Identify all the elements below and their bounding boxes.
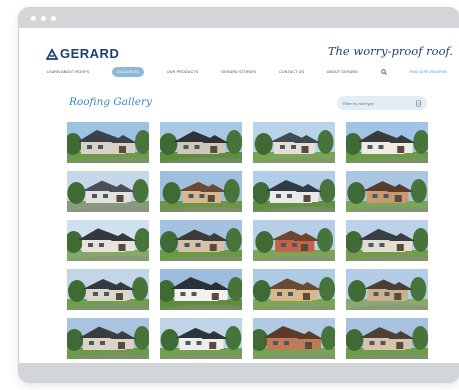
gallery-title: Roofing Gallery [69, 96, 152, 108]
nav-item-gerard-stories[interactable]: GERARD STORIES [221, 70, 256, 74]
window-dot-icon[interactable] [31, 15, 36, 21]
house-photo-image [253, 122, 335, 163]
nav-item-learn-about-roofs[interactable]: LEARN ABOUT ROOFS [47, 70, 89, 74]
brand-logo[interactable]: GERARD [46, 46, 119, 61]
house-photo-image [67, 122, 149, 163]
gallery-photo[interactable] [253, 220, 335, 261]
house-photo-image [253, 269, 335, 310]
gallery-photo[interactable] [253, 171, 335, 212]
house-photo-image [67, 269, 149, 310]
gallery-photo[interactable] [346, 318, 428, 359]
site-header: GERARD The worry-proof roof. [19, 28, 459, 62]
page-viewport: GERARD The worry-proof roof. LEARN ABOUT… [19, 28, 459, 363]
brand-tagline: The worry-proof roof. [327, 44, 453, 58]
house-photo-image [253, 171, 335, 212]
gallery-photo[interactable] [160, 318, 242, 359]
gallery-grid [67, 122, 428, 359]
house-photo-image [253, 220, 335, 261]
gallery-photo[interactable] [160, 122, 242, 163]
house-photo-image [346, 318, 428, 359]
gallery-photo[interactable] [160, 171, 242, 212]
window-dot-icon[interactable] [41, 15, 46, 21]
window-bottom-bar [19, 363, 459, 382]
gallery-photo[interactable] [346, 122, 428, 163]
gerard-logo-icon [46, 47, 58, 60]
find-re-roofer-link[interactable]: FIND A RE-ROOFER [410, 70, 447, 74]
house-photo-image [160, 171, 242, 212]
gallery-photo[interactable] [253, 122, 335, 163]
house-photo-image [160, 318, 242, 359]
browser-window: GERARD The worry-proof roof. LEARN ABOUT… [19, 8, 459, 382]
house-photo-image [346, 269, 428, 310]
roof-type-filter[interactable]: Filter by roof type [337, 96, 427, 110]
nav-item-galleries[interactable]: GALLERIES [112, 67, 144, 77]
house-photo-image [160, 220, 242, 261]
nav-item-our-products[interactable]: OUR PRODUCTS [167, 70, 199, 74]
house-photo-image [67, 171, 149, 212]
nav-item-contact-us[interactable]: CONTACT US [279, 70, 304, 74]
house-photo-image [346, 122, 428, 163]
gallery-photo[interactable] [67, 171, 149, 212]
house-photo-image [346, 171, 428, 212]
main-nav: LEARN ABOUT ROOFS GALLERIES OUR PRODUCTS… [47, 66, 447, 78]
house-photo-image [346, 220, 428, 261]
house-photo-image [67, 220, 149, 261]
gallery-photo[interactable] [160, 220, 242, 261]
window-dot-icon[interactable] [51, 15, 56, 21]
gallery-photo[interactable] [67, 220, 149, 261]
brand-name: GERARD [60, 46, 120, 61]
window-title-bar [19, 8, 459, 28]
gallery-photo[interactable] [67, 318, 149, 359]
gallery-photo[interactable] [346, 220, 428, 261]
gallery-photo[interactable] [346, 171, 428, 212]
house-photo-image [160, 269, 242, 310]
search-icon[interactable] [381, 69, 387, 75]
gallery-photo[interactable] [67, 269, 149, 310]
house-photo-image [160, 122, 242, 163]
house-photo-image [67, 318, 149, 359]
filter-label: Filter by roof type [343, 100, 374, 106]
gallery-photo[interactable] [253, 269, 335, 310]
nav-item-about-gerard[interactable]: ABOUT GERARD [327, 70, 358, 74]
gallery-photo[interactable] [67, 122, 149, 163]
house-photo-image [253, 318, 335, 359]
gallery-photo[interactable] [160, 269, 242, 310]
gallery-photo[interactable] [253, 318, 335, 359]
gallery-photo[interactable] [346, 269, 428, 310]
filter-icon [416, 99, 421, 107]
